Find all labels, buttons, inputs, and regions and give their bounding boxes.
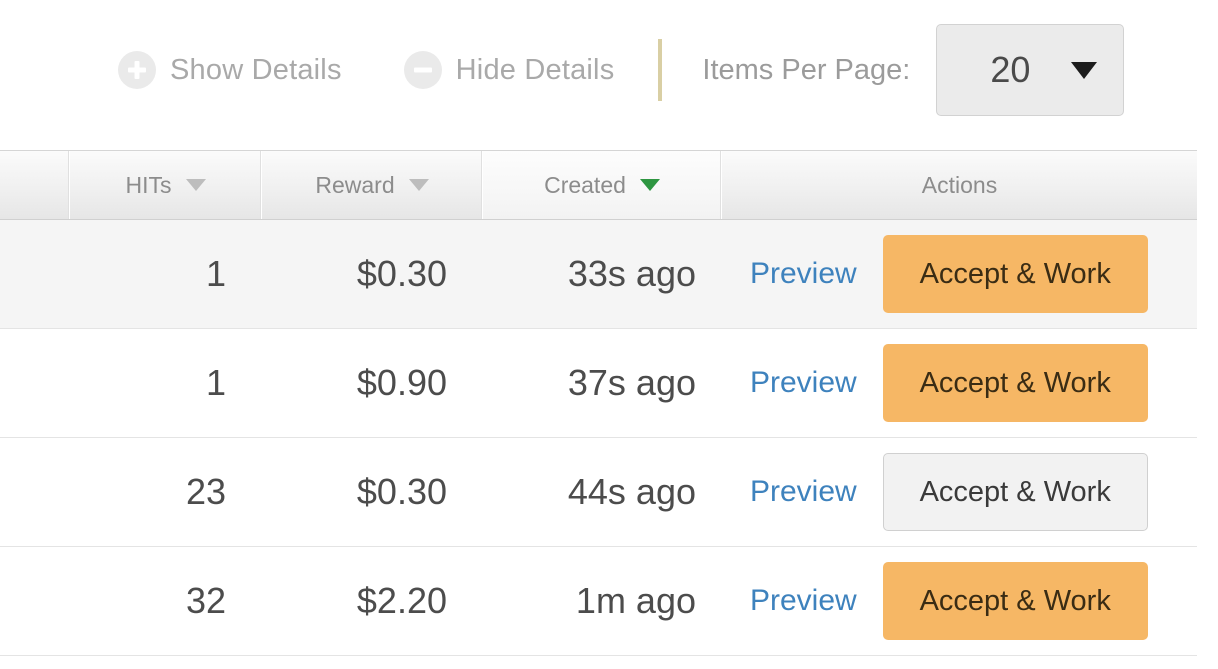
hit-results-table: HITs Reward Created Actions 1 $0.30 33s … [0, 150, 1197, 656]
column-header-reward-label: Reward [315, 171, 395, 198]
table-toolbar: Show Details Hide Details Items Per Page… [0, 0, 1218, 140]
table-row[interactable]: 23 $0.30 44s ago Preview Accept & Work [0, 438, 1197, 547]
hide-details-button[interactable]: Hide Details [403, 51, 615, 89]
sort-caret-icon [408, 179, 429, 191]
items-per-page-select[interactable]: 20 [936, 24, 1125, 116]
hit-list-page: Show Details Hide Details Items Per Page… [0, 0, 1218, 669]
show-details-label: Show Details [170, 53, 342, 86]
minus-circle-icon [403, 51, 442, 89]
table-header-row: HITs Reward Created Actions [0, 150, 1197, 220]
cell-actions: Preview Accept & Work [722, 329, 1197, 437]
accept-and-work-button[interactable]: Accept & Work [882, 562, 1148, 640]
cell-hits: 23 [185, 471, 226, 512]
column-header-reward[interactable]: Reward [262, 151, 483, 219]
hide-details-label: Hide Details [455, 53, 615, 86]
column-header-actions: Actions [722, 151, 1197, 219]
cell-reward: $2.20 [356, 580, 447, 621]
accept-and-work-button[interactable]: Accept & Work [882, 344, 1148, 422]
column-header-blank [0, 151, 70, 219]
preview-link[interactable]: Preview [750, 257, 857, 291]
cell-reward: $0.30 [356, 253, 447, 294]
cell-created: 44s ago [567, 471, 696, 512]
chevron-down-icon [1071, 61, 1098, 79]
sort-caret-active-icon [639, 179, 660, 191]
row-blank-cell [0, 329, 70, 437]
plus-circle-icon [118, 51, 156, 89]
cell-created: 1m ago [575, 580, 696, 621]
table-row[interactable]: 32 $2.20 1m ago Preview Accept & Work [0, 547, 1197, 656]
cell-actions: Preview Accept & Work [722, 438, 1197, 546]
row-blank-cell [0, 220, 70, 328]
column-header-actions-label: Actions [921, 171, 998, 198]
cell-hits: 1 [205, 362, 226, 403]
sort-caret-icon [185, 179, 206, 191]
preview-link[interactable]: Preview [750, 584, 857, 618]
preview-link[interactable]: Preview [750, 475, 857, 509]
cell-created: 33s ago [567, 253, 696, 294]
cell-actions: Preview Accept & Work [722, 220, 1197, 328]
column-header-hits[interactable]: HITs [70, 151, 262, 219]
accept-and-work-button[interactable]: Accept & Work [882, 235, 1148, 313]
cell-hits: 32 [185, 580, 226, 621]
cell-created: 37s ago [567, 362, 696, 403]
cell-reward: $0.90 [356, 362, 447, 403]
items-per-page-value: 20 [990, 49, 1031, 90]
table-row[interactable]: 1 $0.90 37s ago Preview Accept & Work [0, 329, 1197, 438]
items-per-page-label: Items Per Page: [702, 53, 911, 86]
accept-and-work-button[interactable]: Accept & Work [882, 453, 1148, 531]
row-blank-cell [0, 547, 70, 655]
cell-hits: 1 [205, 253, 226, 294]
preview-link[interactable]: Preview [750, 366, 857, 400]
table-row[interactable]: 1 $0.30 33s ago Preview Accept & Work [0, 220, 1197, 329]
cell-actions: Preview Accept & Work [722, 547, 1197, 655]
row-blank-cell [0, 438, 70, 546]
column-header-created[interactable]: Created [483, 151, 722, 219]
cell-reward: $0.30 [356, 471, 447, 512]
column-header-created-label: Created [544, 171, 626, 198]
show-details-button[interactable]: Show Details [118, 51, 342, 89]
toolbar-divider [658, 39, 663, 101]
column-header-hits-label: HITs [125, 171, 172, 198]
